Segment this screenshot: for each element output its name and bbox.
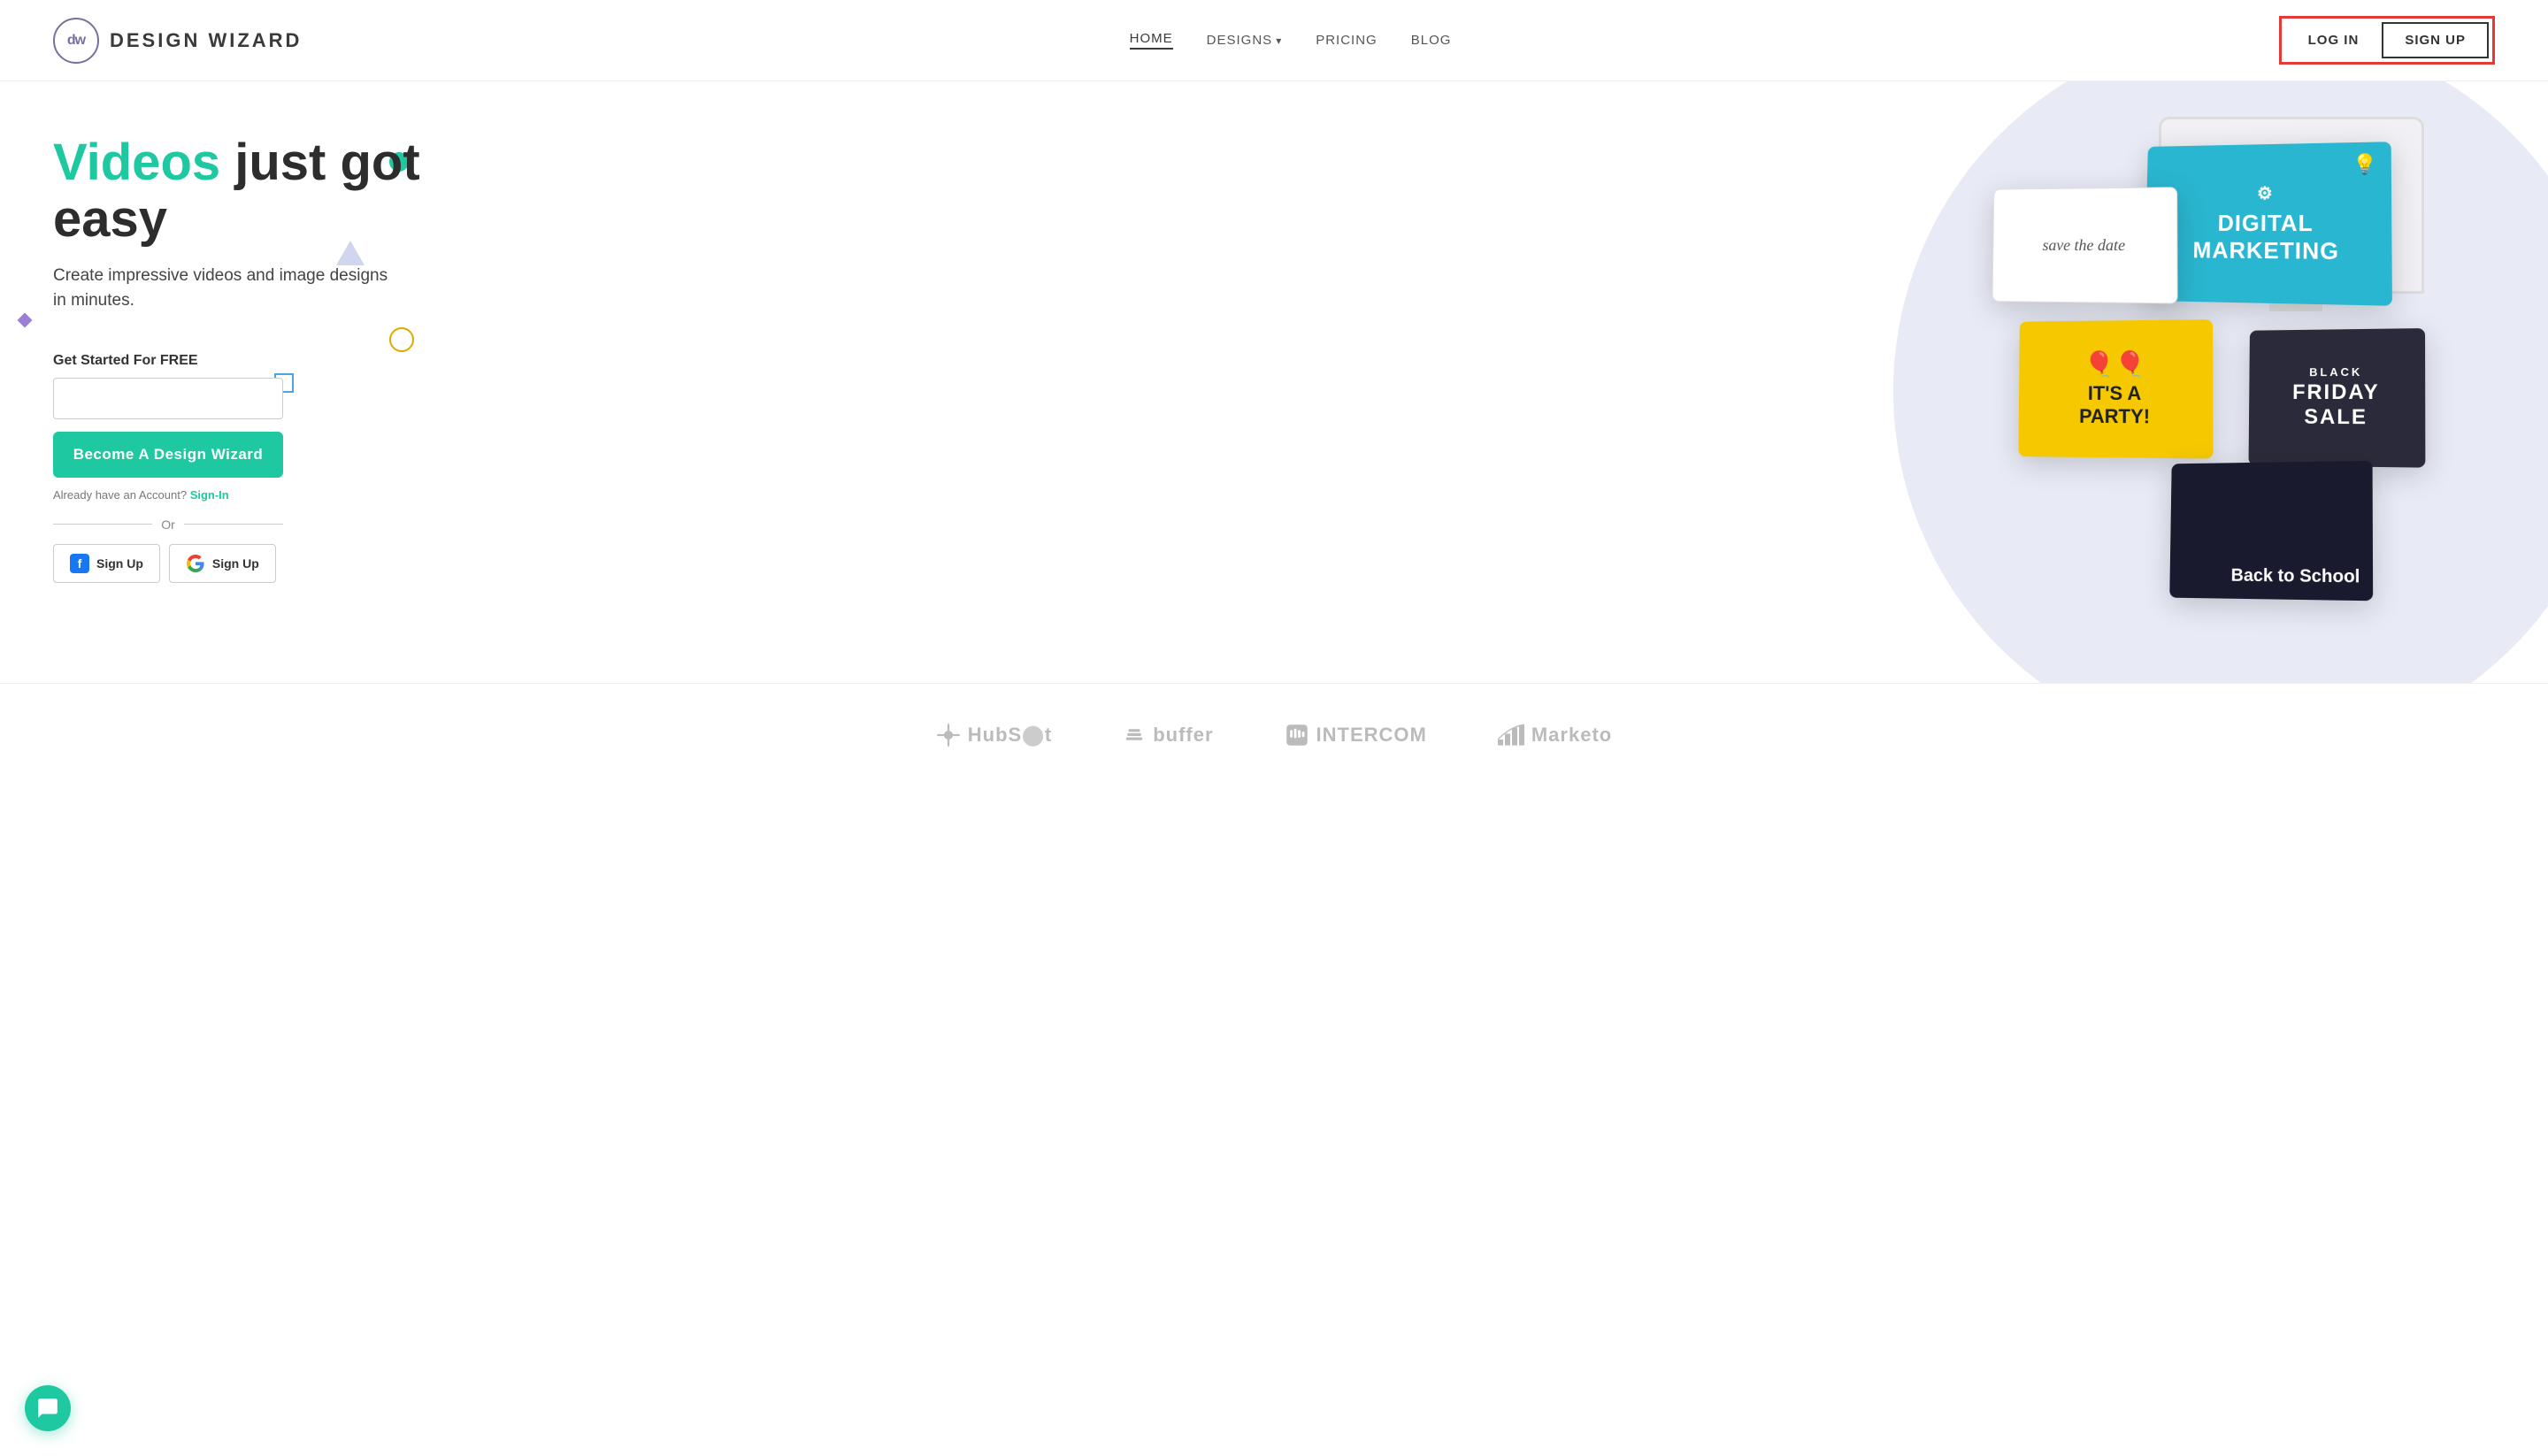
digital-line1: DIGITAL <box>2217 209 2313 236</box>
back-to-school-text: Back to School <box>2231 566 2360 588</box>
divider-right <box>184 524 283 525</box>
signin-line: Already have an Account? Sign-In <box>53 488 1323 502</box>
hubspot-label: HubS⬤t <box>968 724 1052 747</box>
get-started-label: Get Started For FREE <box>53 353 1323 369</box>
nav-blog[interactable]: BLOG <box>1411 33 1452 48</box>
digital-line2: MARKETING <box>2192 236 2339 264</box>
design-cards-area: ⚙ DIGITAL MARKETING 💡 save the date 🎈🎈 I… <box>1323 117 2495 630</box>
save-date-card: save the date <box>1992 187 2178 303</box>
brands-section: HubS⬤t buffer INTERCOM Marketo <box>0 683 2548 786</box>
black-friday-sub: BLACK <box>2309 365 2362 379</box>
signup-button[interactable]: SIGN UP <box>2382 22 2489 58</box>
diamond-decoration <box>18 313 33 328</box>
marketo-label: Marketo <box>1531 724 1612 747</box>
intercom-logo: INTERCOM <box>1285 723 1427 747</box>
facebook-icon: f <box>70 554 89 573</box>
buffer-logo: buffer <box>1123 724 1213 747</box>
email-input[interactable] <box>53 378 283 419</box>
signin-link[interactable]: Sign-In <box>190 488 229 502</box>
digital-marketing-card: ⚙ DIGITAL MARKETING 💡 <box>2144 142 2391 306</box>
logo-area: dw DESIGN WIZARD <box>53 18 302 64</box>
header: dw DESIGN WIZARD HOME DESIGNS PRICING BL… <box>0 0 2548 81</box>
hubspot-logo: HubS⬤t <box>936 723 1052 747</box>
chat-bubble-button[interactable] <box>25 1385 71 1431</box>
black-friday-sale: SALE <box>2304 405 2368 430</box>
nav-designs[interactable]: DESIGNS <box>1207 33 1283 48</box>
back-to-school-card: Back to School <box>2169 461 2373 601</box>
chat-icon <box>36 1397 59 1420</box>
nav-pricing[interactable]: PRICING <box>1316 33 1378 48</box>
login-button[interactable]: LOG IN <box>2285 24 2383 57</box>
bulb-icon: 💡 <box>2352 153 2379 177</box>
facebook-signup-button[interactable]: f Sign Up <box>53 544 160 583</box>
party-balloon-icon: 🎈🎈 <box>2084 349 2145 379</box>
party-line2: PARTY! <box>2079 405 2150 428</box>
black-friday-card: BLACK FRIDAY SALE <box>2249 328 2426 468</box>
party-card: 🎈🎈 IT'S A PARTY! <box>2018 319 2213 458</box>
party-line1: IT'S A <box>2088 382 2142 405</box>
black-friday-main: FRIDAY <box>2292 380 2380 405</box>
intercom-label: INTERCOM <box>1316 724 1427 747</box>
logo-icon: dw <box>53 18 99 64</box>
become-wizard-button[interactable]: Become A Design Wizard <box>53 432 283 478</box>
social-buttons: f Sign Up Sign Up <box>53 544 1323 583</box>
hero-left-content: Videos just goteasy Create impressive vi… <box>53 117 1323 648</box>
save-date-text: save the date <box>2043 235 2126 254</box>
divider-left <box>53 524 152 525</box>
google-signup-button[interactable]: Sign Up <box>169 544 276 583</box>
auth-buttons: LOG IN SIGN UP <box>2279 16 2495 65</box>
hero-title: Videos just goteasy <box>53 134 1323 248</box>
buffer-label: buffer <box>1153 724 1213 747</box>
hero-right-cards: ⚙ DIGITAL MARKETING 💡 save the date 🎈🎈 I… <box>1323 117 2495 648</box>
or-text: Or <box>161 517 175 532</box>
hero-title-highlight: Videos <box>53 134 220 191</box>
marketo-logo: Marketo <box>1498 724 1612 747</box>
gear-icon: ⚙ <box>2257 182 2274 204</box>
google-icon <box>186 554 205 573</box>
hero-subtitle: Create impressive videos and image desig… <box>53 264 389 314</box>
logo-text: DESIGN WIZARD <box>110 29 302 52</box>
nav-home[interactable]: HOME <box>1130 31 1173 50</box>
hero-section: Videos just goteasy Create impressive vi… <box>0 81 2548 683</box>
or-divider: Or <box>53 517 283 532</box>
main-nav: HOME DESIGNS PRICING BLOG <box>1130 31 1452 50</box>
